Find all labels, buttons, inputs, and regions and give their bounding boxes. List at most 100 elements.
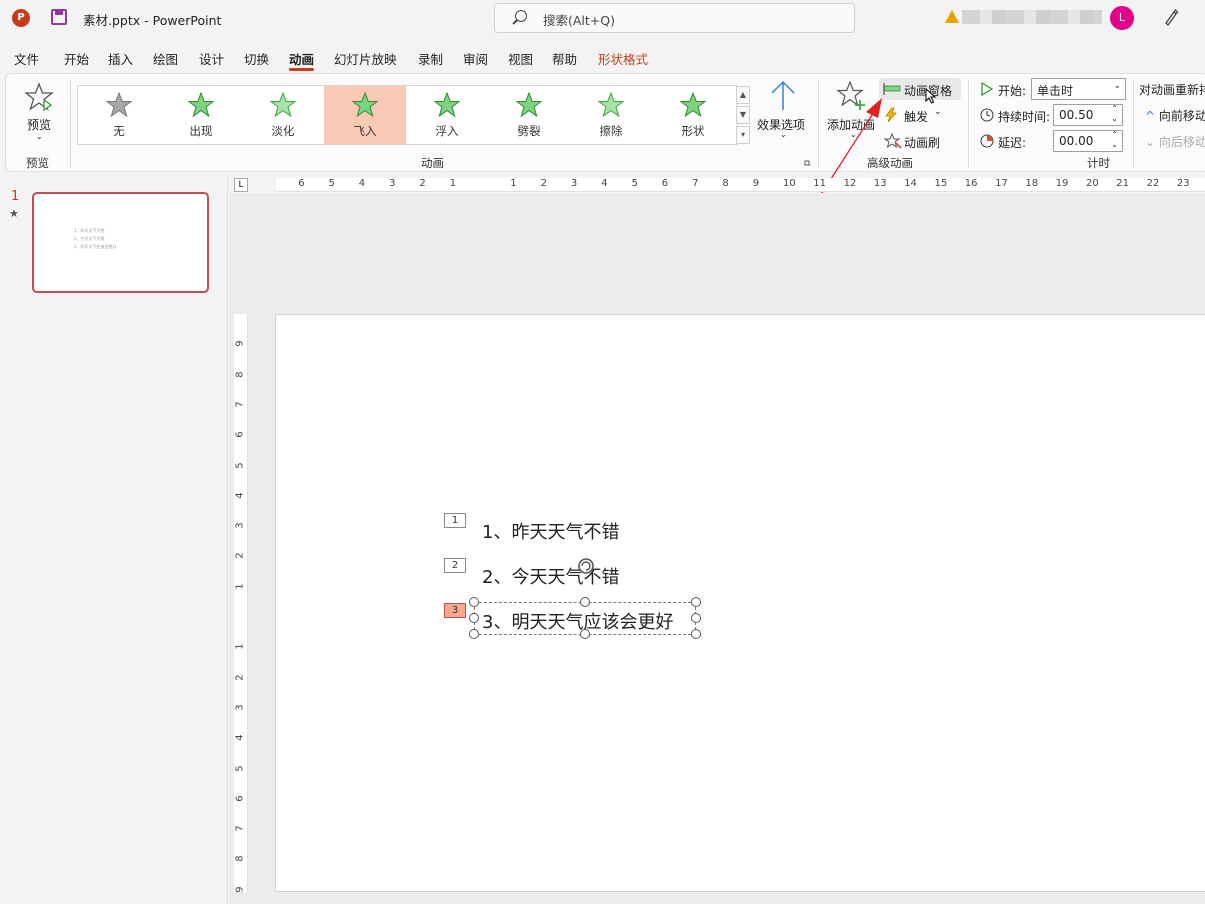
tab-review[interactable]: 审阅	[463, 49, 488, 68]
gallery-item-float-in[interactable]: 浮入	[406, 86, 488, 144]
gallery-label: 擦除	[599, 124, 623, 138]
gallery-scroll-down[interactable]: ▼	[736, 106, 750, 124]
ruler-tick-label: 3	[234, 704, 246, 711]
group-label-timing: 计时	[1087, 156, 1110, 170]
gallery-item-split[interactable]: 劈裂	[488, 86, 570, 144]
ribbon: 预览 ⌄ 预览 无 出现 淡化 飞入 浮入 劈裂 擦除 形状 ▲ ▼ ▾ 效果选…	[5, 73, 1205, 172]
horizontal-ruler[interactable]: 6 5 4 3 2 1 1 2 3 4 5 6 7 8 9 10 11 12 13 14 15 16 17 18 19 20 21 2…	[276, 178, 1205, 192]
resize-handle[interactable]	[580, 597, 590, 607]
tab-shape-format[interactable]: 形状格式	[598, 49, 648, 68]
pen-icon[interactable]	[1163, 8, 1179, 26]
ruler-tick-label: 9	[234, 886, 246, 893]
start-label: 开始:	[998, 84, 1027, 98]
gallery-item-wipe[interactable]: 擦除	[570, 86, 652, 144]
ruler-tick-label: 3	[234, 522, 246, 529]
tab-home[interactable]: 开始	[64, 49, 89, 68]
move-earlier-button[interactable]: ^ 向前移动	[1145, 107, 1205, 124]
powerpoint-icon: P	[12, 9, 30, 27]
gallery-label: 淡化	[271, 124, 295, 138]
ruler-tick-label: 2	[234, 673, 246, 681]
gallery-label: 飞入	[353, 124, 377, 138]
duration-value: 00.50	[1059, 108, 1094, 122]
preview-button[interactable]: 预览 ⌄	[20, 82, 60, 142]
slide-thumbnail[interactable]: 1、昨天天气不错 2、今天天气不错 3、明天天气应该会更好	[32, 192, 209, 293]
tab-stop-selector[interactable]: L	[234, 178, 248, 192]
ruler-tick-label: 8	[722, 178, 729, 189]
tab-file[interactable]: 文件	[14, 49, 39, 68]
start-select[interactable]: 单击时 ⌄	[1031, 78, 1126, 100]
ruler-tick-label: 13	[873, 178, 887, 189]
account-name-blurred[interactable]	[962, 10, 1102, 24]
rotate-handle-icon[interactable]	[577, 557, 595, 575]
clock-icon	[980, 108, 994, 122]
ruler-tick-label: 8	[234, 370, 246, 378]
title-bar: P 素材.pptx - PowerPoint 搜索(Alt+Q) L	[0, 0, 1205, 38]
resize-handle[interactable]	[691, 629, 701, 639]
ruler-tick-label: 5	[631, 178, 638, 189]
vertical-ruler[interactable]: 9 8 7 6 5 4 3 2 1 1 2 3 4 5 6 7 8 9	[234, 314, 248, 892]
bullet-line[interactable]: 2、今天天气不错	[482, 563, 619, 589]
resize-handle[interactable]	[691, 613, 701, 623]
gallery-item-shape[interactable]: 形状	[652, 86, 734, 144]
tab-transitions[interactable]: 切换	[244, 49, 269, 68]
tab-design[interactable]: 设计	[199, 49, 224, 68]
gallery-item-fade[interactable]: 淡化	[242, 86, 324, 144]
gallery-item-none[interactable]: 无	[78, 86, 160, 144]
chevron-down-icon: ⌄	[934, 107, 942, 117]
preview-star-icon	[24, 82, 54, 112]
resize-handle[interactable]	[580, 629, 590, 639]
ruler-tick-label: 23	[1176, 178, 1190, 189]
spinner-icon[interactable]: ⌃ ⌄	[1111, 104, 1118, 124]
gallery-label: 形状	[681, 124, 705, 138]
ruler-tick-label: 9	[752, 178, 760, 189]
ruler-tick-label: 10	[783, 178, 796, 189]
animation-tag[interactable]: 1	[444, 513, 466, 528]
ruler-tick-label: 21	[1116, 178, 1130, 189]
gallery-item-appear[interactable]: 出现	[160, 86, 242, 144]
ruler-tick-label: 16	[964, 178, 978, 189]
animation-star-icon: ★	[9, 207, 19, 220]
search-box[interactable]: 搜索(Alt+Q)	[494, 3, 855, 33]
ruler-tick-label: 2	[540, 178, 547, 189]
ruler-tick-label: 1	[449, 178, 457, 189]
slide-canvas[interactable]	[275, 314, 1205, 892]
gallery-label: 出现	[189, 124, 213, 138]
ruler-tick-label: 14	[904, 178, 917, 189]
gallery-expand[interactable]: ▾	[736, 126, 750, 144]
animation-tag[interactable]: 2	[444, 558, 466, 573]
tab-animations[interactable]: 动画	[289, 49, 315, 71]
animation-tag-selected[interactable]: 3	[444, 603, 466, 618]
gallery-scroll-up[interactable]: ▲	[736, 86, 750, 104]
chevron-down-icon: ⌄	[1113, 81, 1121, 91]
tab-record[interactable]: 录制	[418, 49, 443, 68]
delay-clock-icon	[980, 134, 994, 148]
tab-view[interactable]: 视图	[508, 49, 533, 68]
ruler-tick-label: 5	[328, 178, 335, 189]
tab-insert[interactable]: 插入	[108, 49, 133, 68]
ruler-tick-label: 5	[234, 461, 246, 469]
spinner-icon[interactable]: ⌃ ⌄	[1111, 130, 1118, 150]
ruler-tick-label: 11	[813, 178, 827, 189]
tab-help[interactable]: 帮助	[552, 49, 577, 68]
ruler-tick-label: 1	[234, 643, 246, 650]
start-value: 单击时	[1037, 84, 1074, 98]
star-green-icon	[597, 91, 625, 118]
delay-input[interactable]: 00.00 ⌃ ⌄	[1053, 130, 1123, 152]
move-later-button[interactable]: ⌄ 向后移动	[1145, 133, 1205, 150]
tab-slideshow[interactable]: 幻灯片放映	[334, 49, 397, 68]
warning-icon[interactable]	[945, 10, 959, 23]
resize-handle[interactable]	[469, 597, 479, 607]
ruler-tick-label: 18	[1025, 178, 1039, 189]
resize-handle[interactable]	[469, 629, 479, 639]
resize-handle[interactable]	[469, 613, 479, 623]
ruler-tick-label: 6	[298, 178, 305, 189]
gallery-item-fly-in[interactable]: 飞入	[324, 86, 406, 144]
tab-draw[interactable]: 绘图	[153, 49, 178, 68]
save-icon[interactable]	[51, 9, 67, 25]
thumb-line: 1、昨天天气不错	[74, 228, 105, 233]
avatar[interactable]: L	[1110, 6, 1134, 30]
duration-input[interactable]: 00.50 ⌃ ⌄	[1053, 104, 1123, 126]
reorder-label: 对动画重新排	[1139, 83, 1205, 97]
resize-handle[interactable]	[691, 597, 701, 607]
bullet-line[interactable]: 1、昨天天气不错	[482, 518, 619, 544]
